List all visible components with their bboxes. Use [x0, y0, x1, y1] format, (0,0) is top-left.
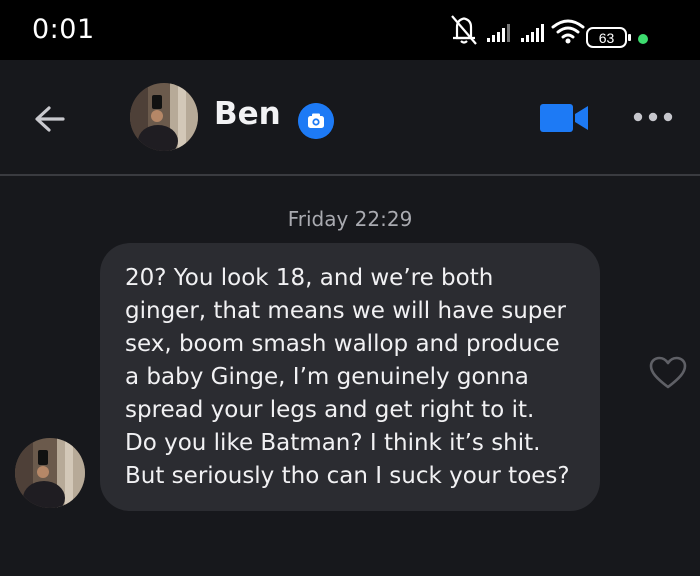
video-camera-icon[interactable]	[540, 102, 592, 134]
bell-muted-icon	[451, 15, 477, 45]
message-line: a baby Ginge, I’m genuinely gonna	[125, 364, 529, 390]
camera-icon[interactable]	[298, 103, 334, 139]
arrow-left-icon[interactable]	[30, 100, 70, 140]
message-timestamp: Friday 22:29	[287, 207, 413, 231]
chat-header: Ben	[0, 60, 700, 176]
sender-avatar[interactable]	[15, 438, 85, 508]
avatar[interactable]	[130, 83, 198, 151]
message-line: 20? You look 18, and we’re both	[125, 265, 494, 291]
message-line: ginger, that means we will have super	[125, 298, 567, 324]
message-line: Do you like Batman? I think it’s shit.	[125, 430, 541, 456]
message-line: sex, boom smash wallop and produce	[125, 331, 560, 357]
status-time: 0:01	[32, 14, 95, 45]
more-horizontal-icon[interactable]	[632, 108, 676, 126]
signal-icon	[521, 24, 544, 42]
online-dot	[638, 34, 648, 44]
status-icons: 63	[451, 15, 648, 48]
wifi-icon	[551, 19, 585, 39]
message-line: spread your legs and get right to it.	[125, 397, 535, 423]
message-line: But seriously tho can I suck your toes?	[125, 463, 570, 489]
battery-icon: 63	[586, 27, 631, 48]
signal-icon	[487, 24, 510, 42]
status-bar: 0:01 63	[0, 0, 700, 60]
battery-level: 63	[599, 30, 615, 46]
heart-outline-icon[interactable]	[648, 355, 688, 391]
contact-name[interactable]: Ben	[214, 96, 281, 132]
